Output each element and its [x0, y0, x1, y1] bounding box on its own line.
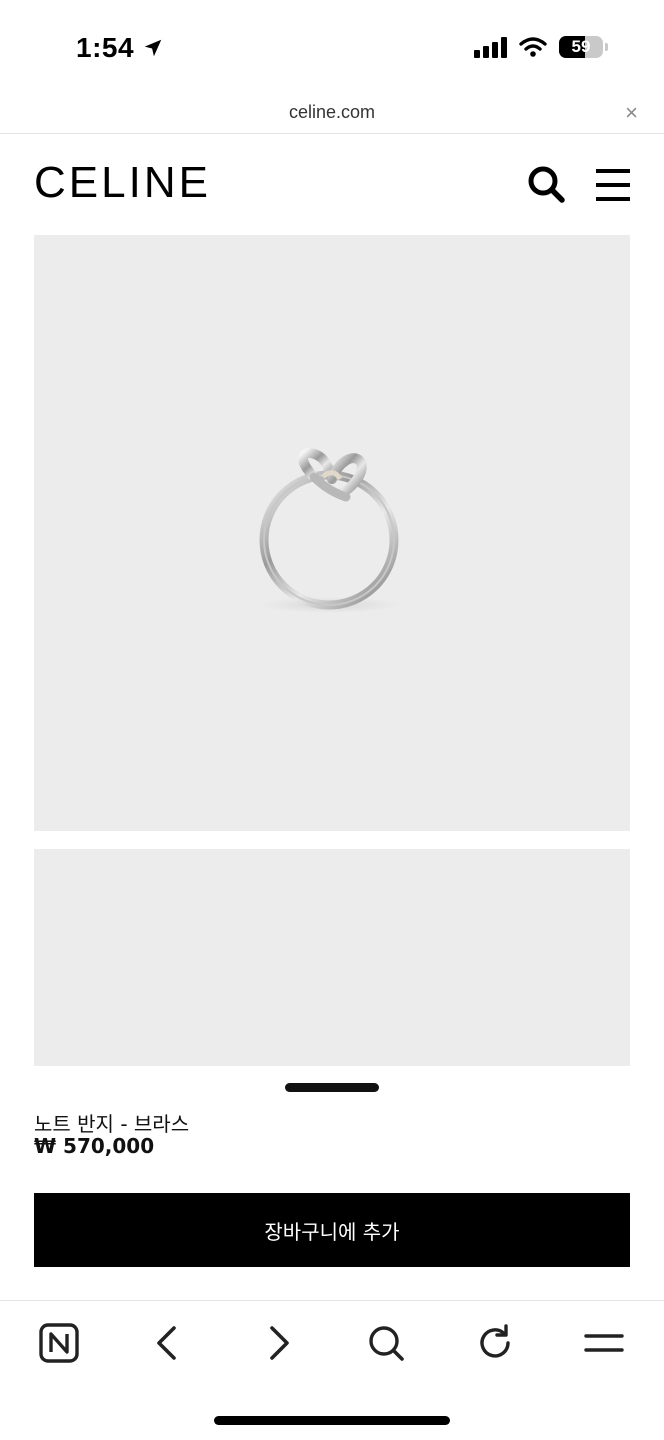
url-bar[interactable]: celine.com ×: [0, 96, 664, 134]
back-icon[interactable]: [146, 1321, 190, 1365]
battery-icon: 59: [559, 36, 603, 58]
hamburger-menu-icon[interactable]: [594, 166, 632, 204]
status-bar: 1:54 59: [0, 0, 664, 96]
url-text[interactable]: celine.com: [0, 102, 664, 123]
search-icon[interactable]: [364, 1321, 408, 1365]
site-header: CELINE: [0, 134, 664, 234]
naver-home-icon[interactable]: [37, 1321, 81, 1365]
browser-toolbar: [0, 1300, 664, 1382]
home-indicator[interactable]: [214, 1416, 450, 1425]
product-image-secondary[interactable]: [34, 849, 630, 1066]
close-icon[interactable]: ×: [625, 100, 638, 126]
location-arrow-icon: [144, 39, 162, 57]
battery-percent: 59: [571, 37, 591, 56]
sheet-handle[interactable]: [285, 1083, 379, 1092]
refresh-icon[interactable]: [473, 1321, 517, 1365]
status-time: 1:54: [76, 32, 164, 64]
signal-icon: [474, 36, 507, 58]
forward-icon[interactable]: [256, 1321, 300, 1365]
clock: 1:54: [76, 32, 135, 63]
search-icon[interactable]: [526, 164, 566, 204]
add-to-cart-button[interactable]: 장바구니에 추가: [34, 1193, 630, 1267]
ring-image: [259, 448, 400, 613]
product-name: 노트 반지 - 브라스: [34, 1112, 190, 1136]
product-price: ₩ 570,000: [34, 1134, 155, 1158]
menu-icon[interactable]: [582, 1321, 626, 1365]
celine-logo[interactable]: CELINE: [34, 158, 211, 208]
battery-cap: [605, 43, 608, 51]
wifi-icon: [519, 37, 547, 57]
status-icons: 59: [474, 36, 608, 58]
product-image-main[interactable]: [34, 235, 630, 831]
